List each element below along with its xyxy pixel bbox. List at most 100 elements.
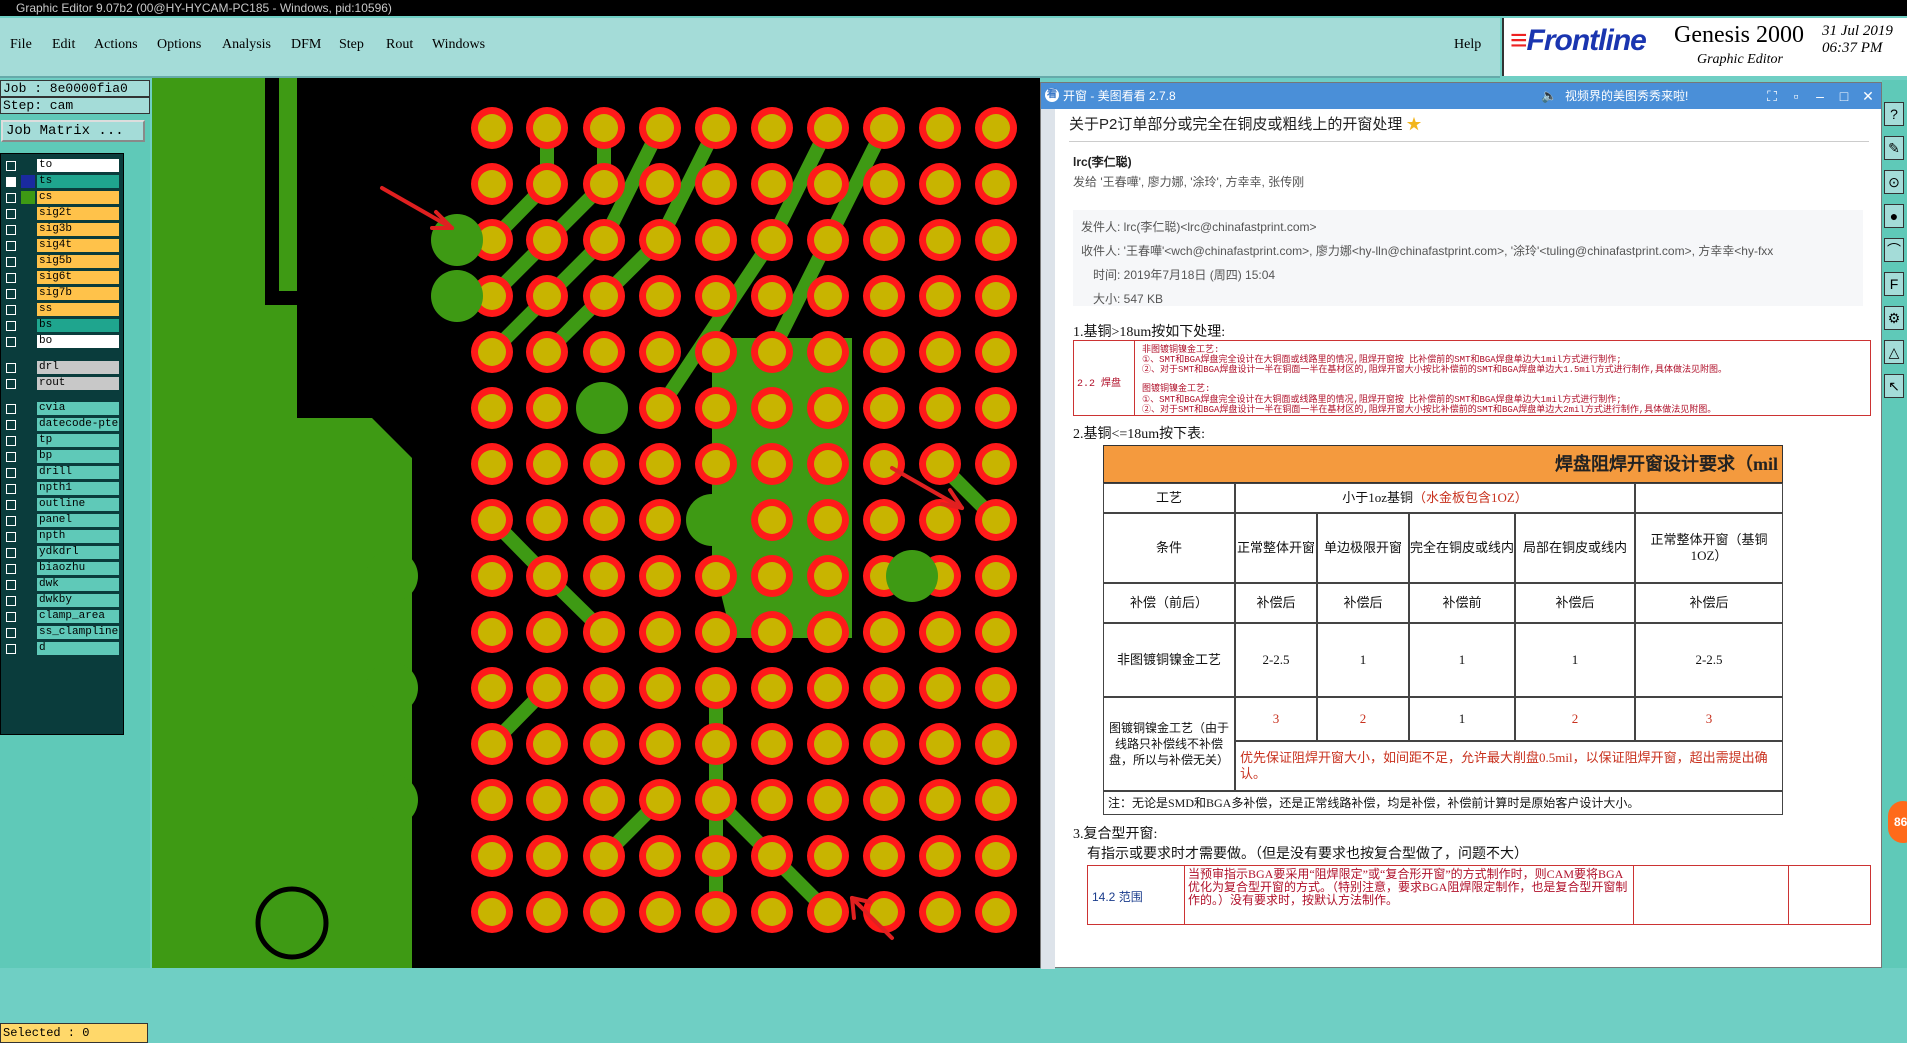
layer-row[interactable]: dwkby xyxy=(1,593,123,608)
layer-row[interactable]: tp xyxy=(1,433,123,448)
product-subtitle: Graphic Editor xyxy=(1697,52,1783,67)
layer-checkbox[interactable] xyxy=(6,452,16,463)
layer-row[interactable]: biaozhu xyxy=(1,561,123,576)
layer-checkbox[interactable] xyxy=(6,337,16,347)
layer-checkbox[interactable] xyxy=(6,596,16,607)
menu-help[interactable]: Help xyxy=(1454,37,1481,53)
compact-icon[interactable]: ▫ xyxy=(1785,83,1807,109)
layer-row[interactable]: npth xyxy=(1,529,123,544)
layer-row[interactable]: ss_clampline xyxy=(1,625,123,640)
right-tool-2-icon[interactable]: ✎ xyxy=(1884,136,1904,160)
layer-row[interactable]: sig2t xyxy=(1,206,123,221)
layer-row[interactable]: dwk xyxy=(1,577,123,592)
solder-mask-opening xyxy=(982,562,1010,590)
layer-checkbox[interactable] xyxy=(6,273,16,283)
menu-dfm[interactable]: DFM xyxy=(291,37,321,53)
layer-checkbox[interactable] xyxy=(6,241,16,251)
layer-row[interactable]: ss xyxy=(1,302,123,317)
layer-row[interactable]: clamp_area xyxy=(1,609,123,624)
layer-checkbox[interactable] xyxy=(6,209,16,219)
layer-row[interactable]: to xyxy=(1,158,123,173)
layer-checkbox[interactable] xyxy=(6,468,16,479)
menu-options[interactable]: Options xyxy=(157,37,201,53)
layer-checkbox[interactable] xyxy=(6,548,16,559)
layer-row[interactable]: npth1 xyxy=(1,481,123,496)
close-icon[interactable]: ✕ xyxy=(1857,83,1879,109)
layer-row[interactable]: ts xyxy=(1,174,123,189)
right-tool-1-icon[interactable]: ? xyxy=(1884,102,1904,126)
layer-checkbox[interactable] xyxy=(6,564,16,575)
star-icon[interactable]: ★ xyxy=(1407,116,1422,133)
viewer-promo[interactable]: 视频界的美图秀秀来啦! xyxy=(1565,83,1688,109)
layer-checkbox[interactable] xyxy=(6,305,16,315)
layer-checkbox[interactable] xyxy=(6,193,16,203)
right-tool-8-icon[interactable]: △ xyxy=(1884,340,1904,364)
layer-checkbox[interactable] xyxy=(6,404,16,415)
job-matrix-button[interactable]: Job Matrix ... xyxy=(1,120,145,142)
right-tool-4-icon[interactable]: ● xyxy=(1884,204,1904,228)
layer-row[interactable]: sig6t xyxy=(1,270,123,285)
speaker-icon[interactable]: 🔈 xyxy=(1541,83,1557,109)
solder-mask-opening xyxy=(478,842,506,870)
layer-row[interactable]: sig5b xyxy=(1,254,123,269)
maximize-icon[interactable]: □ xyxy=(1833,83,1855,109)
layer-checkbox[interactable] xyxy=(6,362,16,373)
layer-checkbox[interactable] xyxy=(6,500,16,511)
layer-checkbox[interactable] xyxy=(6,257,16,267)
menu-rout[interactable]: Rout xyxy=(386,37,413,53)
layer-checkbox[interactable] xyxy=(6,378,16,389)
layer-checkbox[interactable] xyxy=(6,612,16,623)
layer-checkbox[interactable] xyxy=(6,177,16,187)
solder-mask-opening xyxy=(758,114,786,142)
layer-row[interactable]: cvia xyxy=(1,401,123,416)
solder-mask-opening xyxy=(926,506,954,534)
layer-row[interactable]: sig4t xyxy=(1,238,123,253)
fullscreen-icon[interactable]: ⛶ xyxy=(1761,83,1783,109)
right-tool-3-icon[interactable]: ⊙ xyxy=(1884,170,1904,194)
menu-step[interactable]: Step xyxy=(339,37,364,53)
layer-row[interactable]: panel xyxy=(1,513,123,528)
minimize-icon[interactable]: – xyxy=(1809,83,1831,109)
layer-checkbox[interactable] xyxy=(6,580,16,591)
pcb-canvas[interactable] xyxy=(152,78,1040,968)
right-tool-6-icon[interactable]: F xyxy=(1884,272,1904,296)
layer-checkbox[interactable] xyxy=(6,484,16,495)
via-pad xyxy=(686,494,738,546)
right-tool-9-icon[interactable]: ↖ xyxy=(1884,374,1904,398)
layer-row[interactable]: outline xyxy=(1,497,123,512)
layer-checkbox[interactable] xyxy=(6,321,16,331)
layer-row[interactable]: bp xyxy=(1,449,123,464)
layer-row[interactable]: bs xyxy=(1,318,123,333)
right-tool-7-icon[interactable]: ⚙ xyxy=(1884,306,1904,330)
layer-row[interactable]: ydkdrl xyxy=(1,545,123,560)
solder-mask-opening xyxy=(533,338,561,366)
menu-file[interactable]: File xyxy=(10,37,32,53)
layer-checkbox[interactable] xyxy=(6,436,16,447)
layer-row[interactable]: sig7b xyxy=(1,286,123,301)
solder-mask-opening xyxy=(533,226,561,254)
menu-actions[interactable]: Actions xyxy=(94,37,138,53)
layer-checkbox[interactable] xyxy=(6,628,16,639)
solder-mask-opening xyxy=(590,282,618,310)
layer-checkbox[interactable] xyxy=(6,289,16,299)
layer-checkbox[interactable] xyxy=(6,516,16,527)
layer-checkbox[interactable] xyxy=(6,225,16,235)
right-tool-5-icon[interactable]: ⌒ xyxy=(1884,238,1904,262)
layer-row[interactable]: drill xyxy=(1,465,123,480)
layer-row[interactable]: drl xyxy=(1,360,123,375)
layer-row[interactable]: bo xyxy=(1,334,123,349)
layer-row[interactable]: d xyxy=(1,641,123,656)
layer-checkbox[interactable] xyxy=(6,644,16,655)
layer-row[interactable]: rout xyxy=(1,376,123,391)
layer-checkbox[interactable] xyxy=(6,420,16,431)
layer-checkbox[interactable] xyxy=(6,161,16,171)
layer-row[interactable]: sig3b xyxy=(1,222,123,237)
notification-badge[interactable]: 86 xyxy=(1888,801,1907,843)
menu-analysis[interactable]: Analysis xyxy=(222,37,271,53)
layer-row[interactable]: datecode-pte xyxy=(1,417,123,432)
menu-edit[interactable]: Edit xyxy=(52,37,75,53)
menu-windows[interactable]: Windows xyxy=(432,37,485,53)
layer-checkbox[interactable] xyxy=(6,532,16,543)
layer-color-swatch xyxy=(21,578,35,591)
layer-row[interactable]: cs xyxy=(1,190,123,205)
